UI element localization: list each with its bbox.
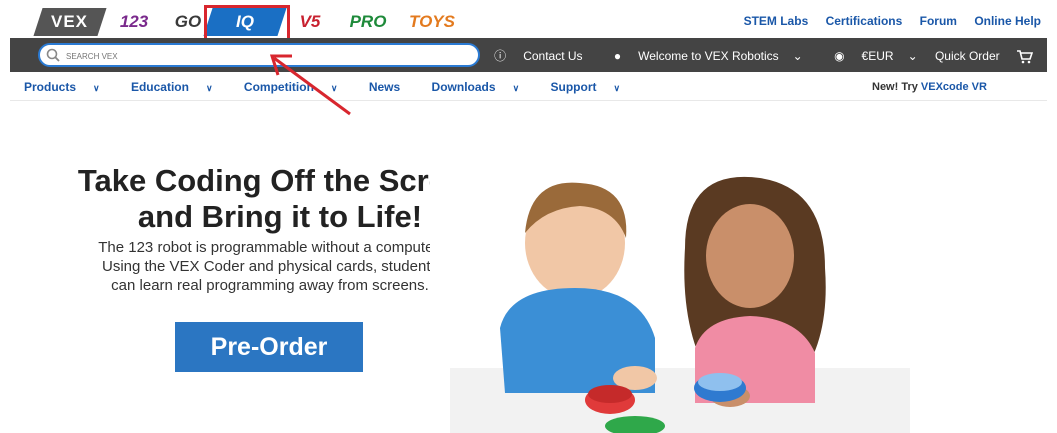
link-certifications[interactable]: Certifications [826,14,903,28]
search-icon [46,48,60,62]
top-bar: ⓘ Contact Us ● Welcome to VEX Robotics ⌄ ◉ €… [10,38,1047,72]
contact-us-link[interactable]: ⓘ Contact Us [480,49,582,63]
currency-menu[interactable]: ◉ €EUR ⌄ [820,49,918,63]
chevron-down-icon: ∨ [512,83,520,93]
brand-tab-go[interactable]: GO [168,8,208,36]
welcome-label: Welcome to VEX Robotics [638,49,779,63]
pre-order-button[interactable]: Pre-Order [175,322,363,372]
link-stem-labs[interactable]: STEM Labs [744,14,809,28]
brand-bar: VEX 123 GO IQ V5 PRO TOYS STEM Labs Cert… [0,0,1057,43]
hero-description-line: The 123 robot is programmable without a … [98,239,442,256]
vexcode-vr-link[interactable]: VEXcode VR [921,81,987,93]
nav-label: News [368,80,401,94]
chevron-down-icon: ⌄ [792,49,803,63]
chevron-down-icon: ∨ [613,83,621,93]
user-icon: ● [613,49,622,63]
nav-label: Downloads [431,80,496,94]
nav-item-products[interactable]: Products ∨ [24,80,114,94]
info-icon: ⓘ [494,49,507,63]
nav-item-education[interactable]: Education ∨ [131,80,227,94]
hero-description-line: can learn real programming away from scr… [111,277,429,294]
promo-text: New! Try VEXcode VR [872,81,987,93]
promo-prefix: New! Try [872,81,921,93]
hero-description: The 123 robot is programmable without a … [60,238,480,295]
quick-order-link[interactable]: Quick Order [935,49,1000,63]
brand-vex-label: VEX [51,12,89,31]
brand-tab-vex[interactable]: VEX [33,8,107,36]
brand-tab-123[interactable]: 123 [110,8,158,36]
hero-description-line: Using the VEX Coder and physical cards, … [101,258,438,275]
chevron-down-icon: ∨ [205,83,213,93]
annotation-arrow-icon [269,54,351,116]
nav-divider [10,100,1047,101]
brand-tab-toys[interactable]: TOYS [404,8,460,36]
nav-label: Education [130,80,189,94]
utility-links: STEM Labs Certifications Forum Online He… [730,14,1041,28]
top-bar-links: ⓘ Contact Us ● Welcome to VEX Robotics ⌄ ◉ €… [466,47,1033,64]
globe-icon: ◉ [834,49,845,63]
nav-label: Products [24,80,77,94]
chevron-down-icon: ⌄ [907,49,918,63]
hero-photo [430,138,910,433]
nav-item-downloads[interactable]: Downloads ∨ [432,80,534,94]
cart-icon[interactable] [1017,50,1033,64]
nav-item-support[interactable]: Support ∨ [551,80,635,94]
nav-label: Support [550,80,597,94]
girl-figure [684,176,826,407]
chevron-down-icon: ∨ [93,83,100,93]
nav-item-news[interactable]: News [369,80,414,94]
link-online-help[interactable]: Online Help [974,14,1041,28]
brand-tab-pro[interactable]: PRO [340,8,396,36]
currency-label: €EUR [861,49,894,63]
link-forum[interactable]: Forum [920,14,957,28]
search-box[interactable] [38,43,480,67]
contact-us-label: Contact Us [523,49,583,63]
brand-tab-v5[interactable]: V5 [290,8,330,36]
welcome-menu[interactable]: ● Welcome to VEX Robotics ⌄ [600,49,803,63]
